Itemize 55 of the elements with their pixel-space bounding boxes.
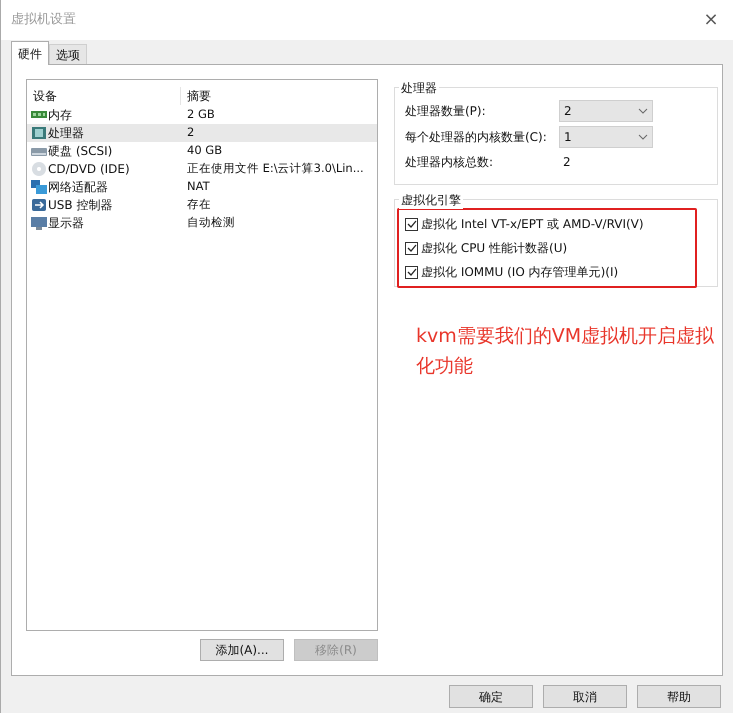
tab[interactable]: 硬件 <box>11 41 49 65</box>
device-summary: 2 GB <box>186 106 215 124</box>
total-cores-value: 2 <box>563 154 571 171</box>
device-button[interactable]: 添加(A)... <box>200 639 284 661</box>
checkbox[interactable] <box>405 218 418 230</box>
device-name: USB 控制器 <box>48 197 112 214</box>
checkbox-option[interactable]: 虚拟化 Intel VT-x/EPT 或 AMD-V/RVI(V) <box>405 214 695 234</box>
checkbox[interactable] <box>405 242 418 254</box>
usb-icon <box>31 198 47 212</box>
device-summary: 存在 <box>186 196 211 214</box>
chevron-icon <box>638 108 648 114</box>
check-icon <box>406 220 416 228</box>
dialog-button[interactable]: 确定 <box>449 685 533 708</box>
device-row[interactable]: 显示器 自动检测 <box>27 214 377 232</box>
network-icon <box>31 180 47 194</box>
close-button[interactable]: × <box>699 8 723 32</box>
column-header[interactable]: 摘要 <box>181 87 211 105</box>
cores-dropdown[interactable]: 1 <box>559 126 653 148</box>
check-icon <box>406 244 416 252</box>
checkbox-option[interactable]: 虚拟化 CPU 性能计数器(U) <box>405 238 695 258</box>
checkbox-option[interactable]: 虚拟化 IOMMU (IO 内存管理单元)(I) <box>405 262 695 282</box>
check-icon <box>406 268 416 276</box>
device-name: 显示器 <box>48 215 84 232</box>
field-label: 处理器内核总数: <box>405 154 494 171</box>
device-name: CD/DVD (IDE) <box>48 161 130 178</box>
field-label: 每个处理器的内核数量(C): <box>405 129 548 146</box>
device-name: 网络适配器 <box>48 179 108 196</box>
dialog-button[interactable]: 帮助 <box>637 685 721 708</box>
processor-count-dropdown[interactable]: 2 <box>559 100 653 122</box>
disc-icon <box>31 162 47 176</box>
device-name: 处理器 <box>48 125 84 142</box>
device-row[interactable]: CD/DVD (IDE) 正在使用文件 E:\云计算3.0\Lin... <box>27 160 377 178</box>
column-header[interactable]: 设备 <box>27 87 181 105</box>
device-row[interactable]: 处理器 2 <box>27 124 377 142</box>
field-label: 处理器数量(P): <box>405 103 487 120</box>
annotation-text: kvm需要我们的VM虚拟机开启虚拟化功能 <box>416 324 716 379</box>
group-title: 虚拟化引擎 <box>399 191 463 209</box>
dialog-button[interactable]: 取消 <box>543 685 627 708</box>
window-title: 虚拟机设置 <box>11 11 76 30</box>
tab[interactable]: 选项 <box>49 44 87 64</box>
device-name: 硬盘 (SCSI) <box>48 143 112 160</box>
device-summary: 2 <box>186 124 194 142</box>
device-summary: 自动检测 <box>186 214 235 232</box>
device-row[interactable]: 网络适配器 NAT <box>27 178 377 196</box>
checkbox[interactable] <box>405 266 418 278</box>
device-row[interactable]: USB 控制器 存在 <box>27 196 377 214</box>
device-name: 内存 <box>48 107 72 124</box>
device-summary: 40 GB <box>186 142 222 160</box>
device-row[interactable]: 内存 2 GB <box>27 106 377 124</box>
monitor-icon <box>31 216 47 230</box>
device-row[interactable]: 硬盘 (SCSI) 40 GB <box>27 142 377 160</box>
chevron-icon <box>638 134 648 140</box>
device-summary: NAT <box>186 178 210 196</box>
chip-icon <box>31 126 47 140</box>
device-summary: 正在使用文件 E:\云计算3.0\Lin... <box>186 160 364 178</box>
